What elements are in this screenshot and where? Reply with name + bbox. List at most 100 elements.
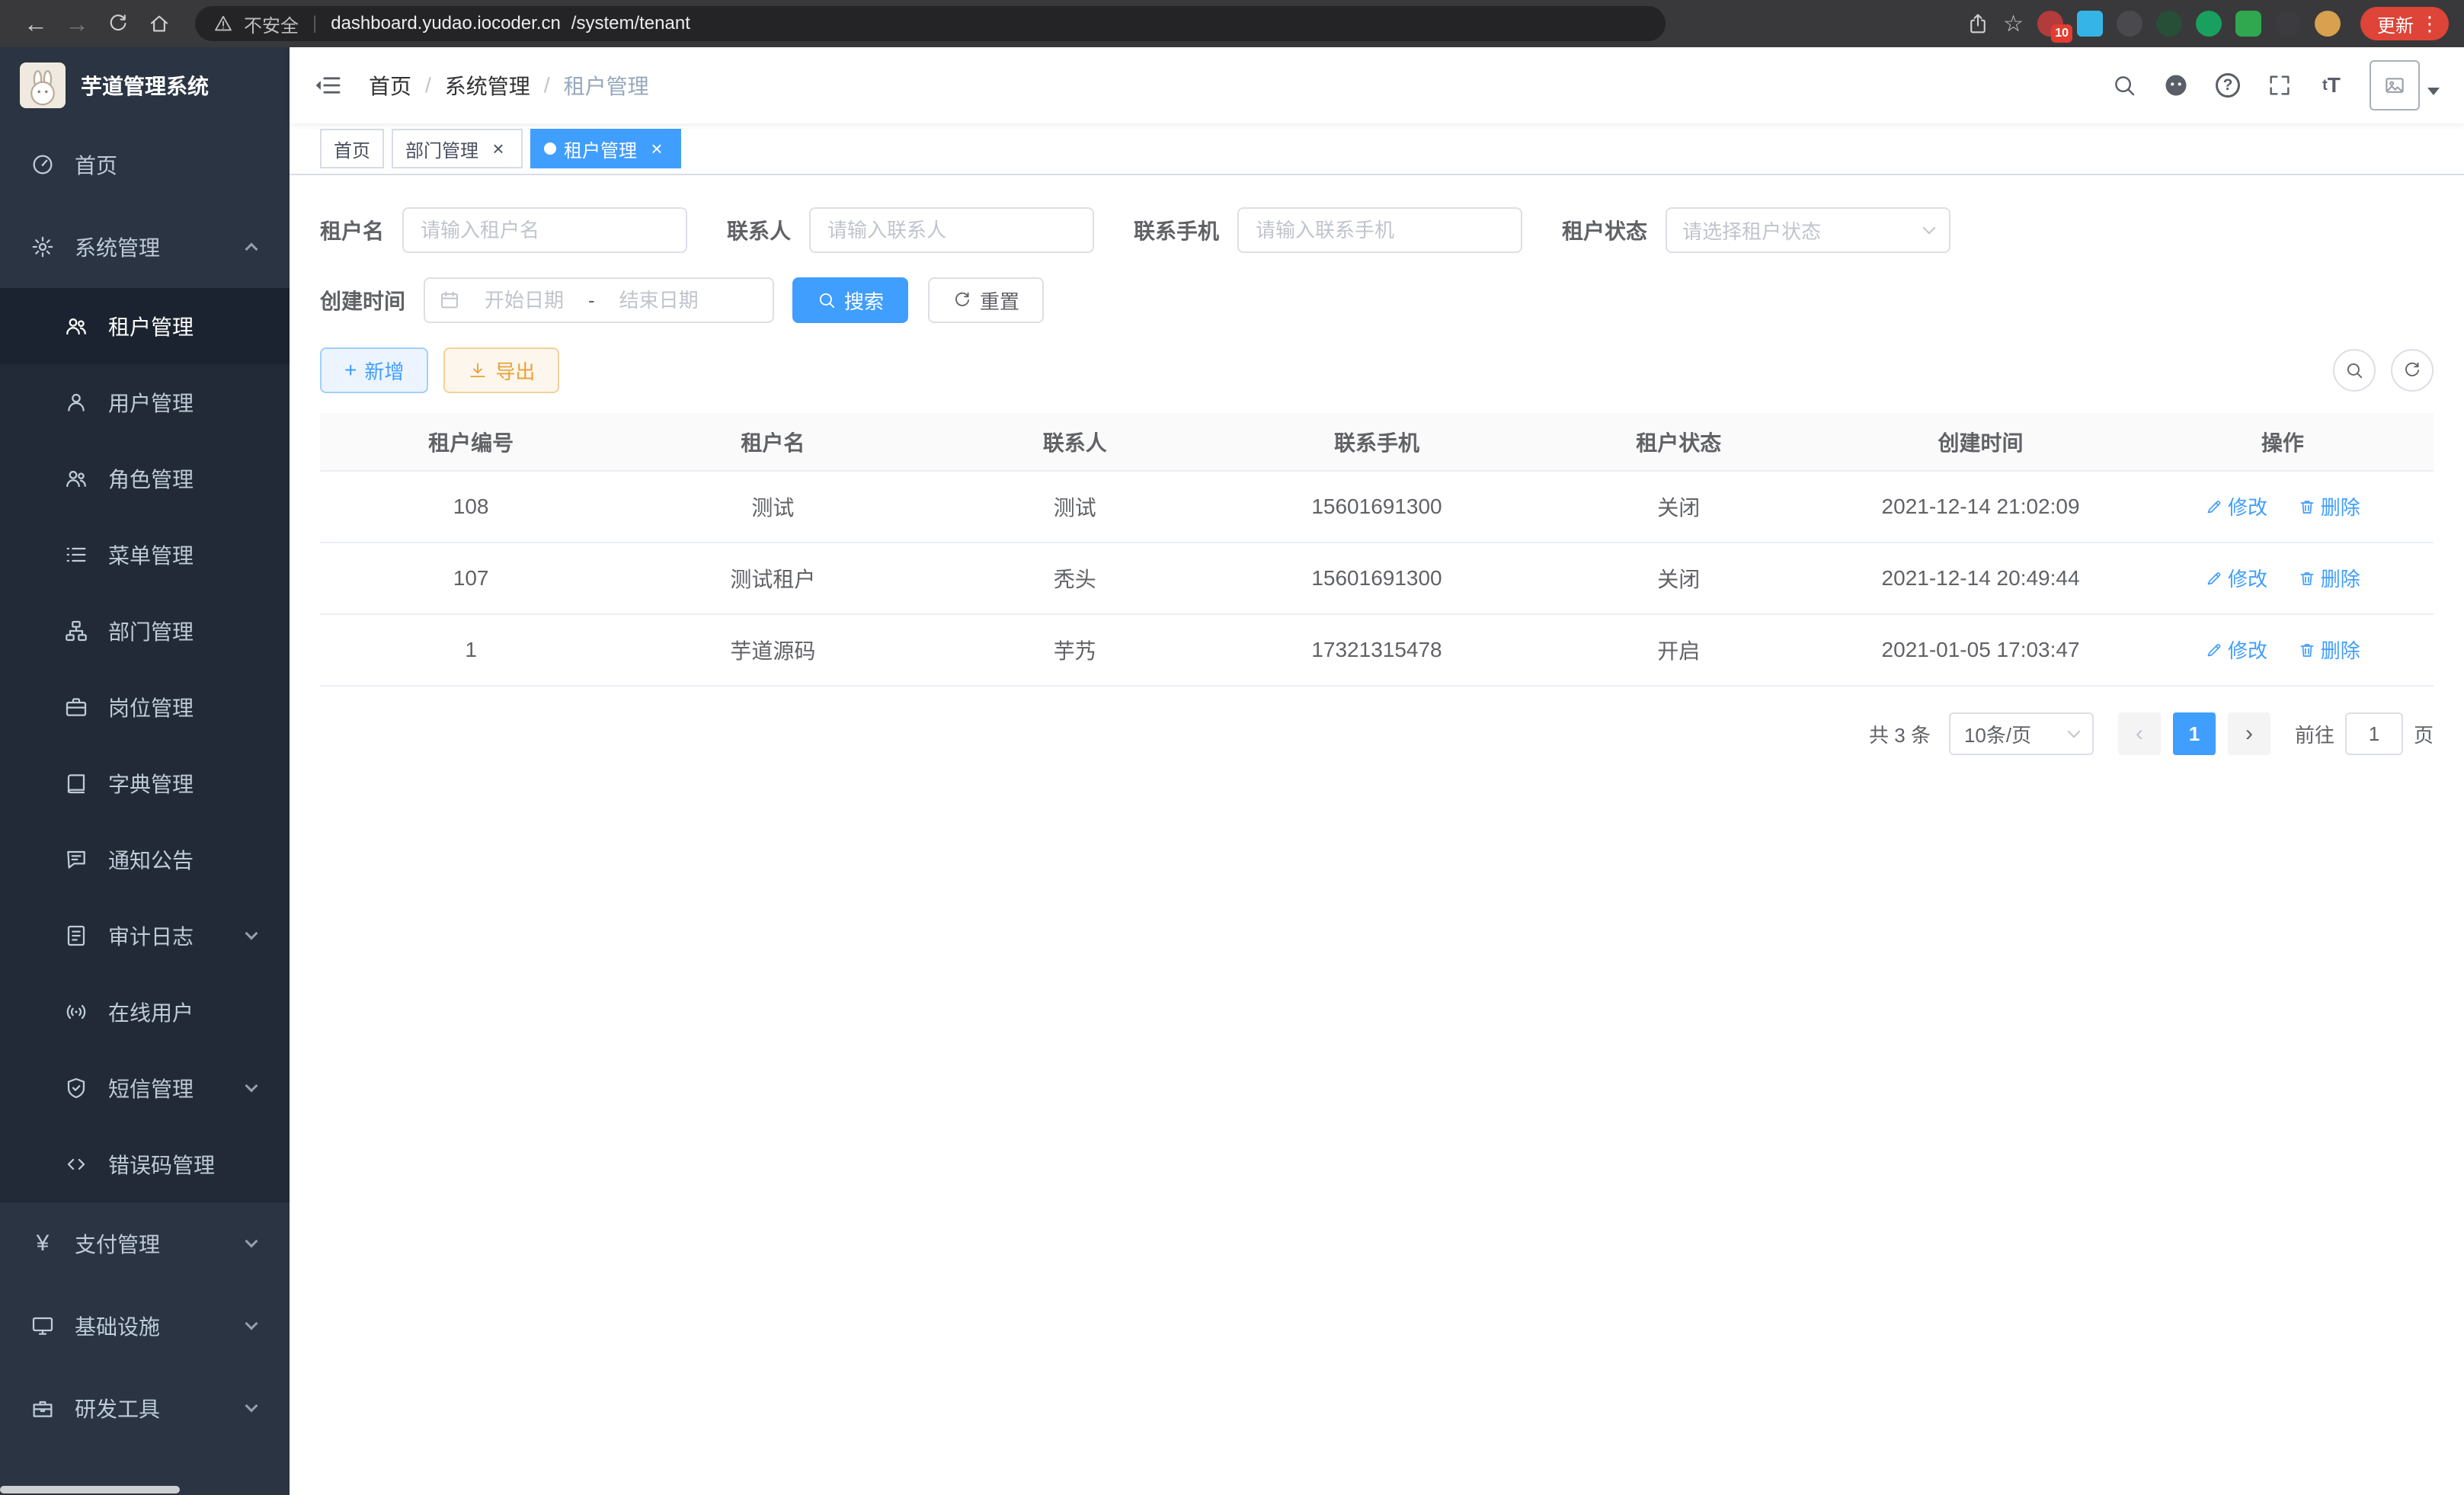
phone-input[interactable] xyxy=(1237,207,1522,253)
sidebar-item-notice[interactable]: 通知公告 xyxy=(0,821,290,898)
sidebar-item-user[interactable]: 用户管理 xyxy=(0,364,290,440)
fullscreen-icon[interactable] xyxy=(2257,61,2302,110)
page-size-select[interactable]: 10条/页 xyxy=(1949,712,2094,755)
breadcrumb-system[interactable]: 系统管理 xyxy=(445,70,530,101)
tab-home[interactable]: 首页 xyxy=(320,129,384,168)
sidebar-group-system[interactable]: 系统管理 xyxy=(0,206,290,288)
extension-icon[interactable] xyxy=(2156,11,2182,37)
sidebar-group-payment[interactable]: ¥ 支付管理 xyxy=(0,1202,290,1285)
chevron-down-icon xyxy=(2067,725,2080,738)
help-icon[interactable]: ? xyxy=(2205,61,2251,110)
sidebar-item-tenant[interactable]: 租户管理 xyxy=(0,288,290,364)
table-toolbar: + 新增 导出 xyxy=(320,347,2434,393)
sidebar-item-online-users[interactable]: 在线用户 xyxy=(0,974,290,1050)
sidebar-item-error-code[interactable]: 错误码管理 xyxy=(0,1126,290,1202)
sidebar-item-sms[interactable]: 短信管理 xyxy=(0,1050,290,1126)
end-date-input[interactable] xyxy=(601,289,717,312)
share-icon[interactable] xyxy=(1966,12,1989,35)
browser-update-button[interactable]: 更新 ⋮ xyxy=(2360,7,2449,40)
sidebar-group-infra[interactable]: 基础设施 xyxy=(0,1285,290,1367)
sidebar-item-dept[interactable]: 部门管理 xyxy=(0,593,290,669)
filter-row-2: 创建时间 - 搜索 重置 xyxy=(320,277,2434,323)
sidebar-scrollbar[interactable] xyxy=(0,1486,180,1493)
browser-forward-button[interactable]: → xyxy=(56,5,98,42)
github-icon[interactable] xyxy=(2153,61,2199,110)
toolbox-icon xyxy=(30,1396,55,1420)
cell-tenant-id: 1 xyxy=(320,614,622,686)
edit-button[interactable]: 修改 xyxy=(2205,635,2267,664)
sidebar-group-devtools[interactable]: 研发工具 xyxy=(0,1367,290,1449)
field-label: 联系人 xyxy=(727,215,791,245)
next-page-button[interactable]: › xyxy=(2228,712,2270,755)
start-date-input[interactable] xyxy=(466,289,582,312)
bookmark-star-icon[interactable]: ☆ xyxy=(2003,11,2024,37)
sidebar-item-label: 审计日志 xyxy=(108,920,194,951)
user-avatar-menu[interactable] xyxy=(2370,60,2440,110)
sidebar-item-post[interactable]: 岗位管理 xyxy=(0,669,290,745)
browser-home-button[interactable] xyxy=(139,5,180,42)
search-icon[interactable] xyxy=(2101,61,2147,110)
delete-button[interactable]: 删除 xyxy=(2298,635,2360,664)
cell-created: 2021-01-05 17:03:47 xyxy=(1829,614,2131,686)
toggle-search-button[interactable] xyxy=(2333,349,2376,392)
edit-icon xyxy=(2205,569,2223,587)
prev-page-button[interactable]: ‹ xyxy=(2118,712,2161,755)
extension-icon[interactable]: 10 xyxy=(2037,11,2063,37)
extension-icon[interactable] xyxy=(2235,11,2261,37)
app-logo[interactable]: 芋道管理系统 xyxy=(0,47,290,123)
sidebar-item-dict[interactable]: 字典管理 xyxy=(0,745,290,821)
tab-dept[interactable]: 部门管理 × xyxy=(392,129,523,168)
contact-input[interactable] xyxy=(809,207,1094,253)
reset-button[interactable]: 重置 xyxy=(928,277,1044,323)
extension-icon[interactable] xyxy=(2196,11,2222,37)
browser-reload-button[interactable] xyxy=(98,5,139,42)
goto-label: 前往 xyxy=(2295,720,2334,748)
sidebar-item-home[interactable]: 首页 xyxy=(0,123,290,206)
main-panel: 首页 / 系统管理 / 租户管理 ? tT 首页 xyxy=(290,47,2464,1495)
dashboard-icon xyxy=(30,152,55,177)
close-icon[interactable]: × xyxy=(488,138,509,159)
font-size-icon[interactable]: tT xyxy=(2309,61,2354,110)
cell-contact: 秃头 xyxy=(924,543,1226,614)
export-button[interactable]: 导出 xyxy=(443,347,559,393)
extension-icon[interactable] xyxy=(2117,11,2142,37)
edit-button[interactable]: 修改 xyxy=(2205,492,2267,520)
sidebar-item-label: 在线用户 xyxy=(108,997,194,1027)
date-range-picker[interactable]: - xyxy=(424,277,774,323)
sidebar-item-menu[interactable]: 菜单管理 xyxy=(0,517,290,593)
hamburger-icon[interactable] xyxy=(290,47,366,123)
sidebar-item-label: 角色管理 xyxy=(108,463,194,494)
address-bar[interactable]: 不安全 | dashboard.yudao.iocoder.cn/system/… xyxy=(195,6,1666,41)
tab-tenant[interactable]: 租户管理 × xyxy=(530,129,681,168)
app-title: 芋道管理系统 xyxy=(81,70,209,101)
delete-button[interactable]: 删除 xyxy=(2298,564,2360,592)
field-label: 创建时间 xyxy=(320,285,405,315)
add-button[interactable]: + 新增 xyxy=(320,347,428,393)
sidebar-item-role[interactable]: 角色管理 xyxy=(0,440,290,517)
status-select[interactable]: 请选择租户状态 xyxy=(1666,207,1950,253)
edit-button[interactable]: 修改 xyxy=(2205,564,2267,592)
breadcrumb-current: 租户管理 xyxy=(564,70,649,101)
breadcrumb-home[interactable]: 首页 xyxy=(369,70,411,101)
select-placeholder: 请选择租户状态 xyxy=(1682,216,1821,245)
goto-page-input[interactable] xyxy=(2345,712,2403,755)
delete-button[interactable]: 删除 xyxy=(2298,492,2360,520)
users-icon xyxy=(64,314,88,338)
chevron-down-icon xyxy=(245,1080,258,1093)
sidebar-group-label: 系统管理 xyxy=(75,232,160,262)
trash-icon xyxy=(2298,498,2316,516)
close-icon[interactable]: × xyxy=(646,138,667,159)
sidebar-item-audit-log[interactable]: 审计日志 xyxy=(0,898,290,974)
refresh-table-button[interactable] xyxy=(2391,349,2434,392)
browser-back-button[interactable]: ← xyxy=(15,5,56,42)
extension-icon[interactable] xyxy=(2275,11,2301,37)
page-number-1[interactable]: 1 xyxy=(2173,712,2216,755)
sidebar-group-label: 研发工具 xyxy=(75,1393,160,1423)
page-size-value: 10条/页 xyxy=(1964,720,2031,748)
cell-tenant-name: 测试 xyxy=(622,471,923,543)
navbar-actions: ? tT xyxy=(2101,60,2464,110)
extension-icon[interactable] xyxy=(2077,11,2103,37)
search-button[interactable]: 搜索 xyxy=(792,277,908,323)
browser-profile-avatar[interactable] xyxy=(2315,11,2341,37)
tenant-name-input[interactable] xyxy=(402,207,687,253)
